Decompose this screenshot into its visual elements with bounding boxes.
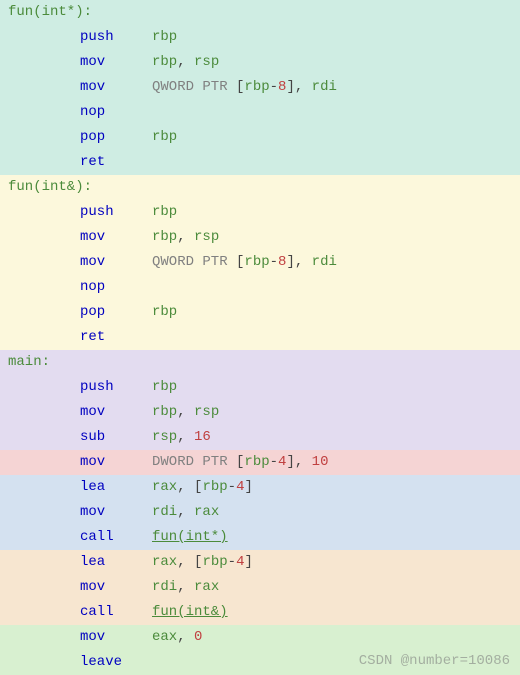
operands: QWORD PTR [rbp-8], rdi bbox=[152, 252, 337, 273]
function-label: main: bbox=[0, 350, 520, 375]
mnemonic: push bbox=[8, 377, 152, 398]
asm-row: pushrbp bbox=[0, 375, 520, 400]
operands: rbp bbox=[152, 302, 177, 323]
asm-row: movrbp, rsp bbox=[0, 400, 520, 425]
asm-row: learax, [rbp-4] bbox=[0, 550, 520, 575]
operands: rsp, 16 bbox=[152, 427, 211, 448]
operands: rbp, rsp bbox=[152, 227, 219, 248]
mnemonic: call bbox=[8, 602, 152, 623]
asm-row: movQWORD PTR [rbp-8], rdi bbox=[0, 75, 520, 100]
mnemonic: mov bbox=[8, 77, 152, 98]
mnemonic: mov bbox=[8, 252, 152, 273]
mnemonic: lea bbox=[8, 477, 152, 498]
mnemonic: nop bbox=[8, 277, 152, 298]
asm-row: ret bbox=[0, 325, 520, 350]
mnemonic: mov bbox=[8, 627, 152, 648]
asm-row: ret bbox=[0, 150, 520, 175]
operands: DWORD PTR [rbp-4], 10 bbox=[152, 452, 328, 473]
mnemonic: mov bbox=[8, 502, 152, 523]
asm-row: movrdi, rax bbox=[0, 500, 520, 525]
operands: rbp, rsp bbox=[152, 402, 219, 423]
asm-row: learax, [rbp-4] bbox=[0, 475, 520, 500]
mnemonic: mov bbox=[8, 452, 152, 473]
operands: rax, [rbp-4] bbox=[152, 477, 253, 498]
mnemonic: leave bbox=[8, 652, 152, 673]
asm-row: movrbp, rsp bbox=[0, 225, 520, 250]
mnemonic: mov bbox=[8, 402, 152, 423]
mnemonic: ret bbox=[8, 327, 152, 348]
mnemonic: mov bbox=[8, 227, 152, 248]
operands: rbp bbox=[152, 202, 177, 223]
asm-row: nop bbox=[0, 275, 520, 300]
asm-row: subrsp, 16 bbox=[0, 425, 520, 450]
operands: fun(int*) bbox=[152, 527, 228, 548]
mnemonic: sub bbox=[8, 427, 152, 448]
asm-row: poprbp bbox=[0, 125, 520, 150]
mnemonic: pop bbox=[8, 302, 152, 323]
assembly-listing: fun(int*):pushrbpmovrbp, rspmovQWORD PTR… bbox=[0, 0, 520, 675]
operands: eax, 0 bbox=[152, 627, 202, 648]
operands: rdi, rax bbox=[152, 577, 219, 598]
mnemonic: mov bbox=[8, 577, 152, 598]
mnemonic: mov bbox=[8, 52, 152, 73]
mnemonic: push bbox=[8, 202, 152, 223]
asm-row: pushrbp bbox=[0, 200, 520, 225]
mnemonic: push bbox=[8, 27, 152, 48]
operands: fun(int&) bbox=[152, 602, 228, 623]
asm-row: movrbp, rsp bbox=[0, 50, 520, 75]
mnemonic: nop bbox=[8, 102, 152, 123]
asm-row: movrdi, rax bbox=[0, 575, 520, 600]
asm-row: callfun(int*) bbox=[0, 525, 520, 550]
asm-row: pushrbp bbox=[0, 25, 520, 50]
asm-row: nop bbox=[0, 100, 520, 125]
operands: rbp bbox=[152, 377, 177, 398]
operands: rbp, rsp bbox=[152, 52, 219, 73]
operands: QWORD PTR [rbp-8], rdi bbox=[152, 77, 337, 98]
function-label: fun(int*): bbox=[0, 0, 520, 25]
asm-row: poprbp bbox=[0, 300, 520, 325]
mnemonic: lea bbox=[8, 552, 152, 573]
mnemonic: pop bbox=[8, 127, 152, 148]
operands: rdi, rax bbox=[152, 502, 219, 523]
mnemonic: ret bbox=[8, 152, 152, 173]
asm-row: moveax, 0 bbox=[0, 625, 520, 650]
operands: rbp bbox=[152, 27, 177, 48]
asm-row: movQWORD PTR [rbp-8], rdi bbox=[0, 250, 520, 275]
function-label: fun(int&): bbox=[0, 175, 520, 200]
operands: rax, [rbp-4] bbox=[152, 552, 253, 573]
mnemonic: call bbox=[8, 527, 152, 548]
asm-row: leave bbox=[0, 650, 520, 675]
asm-row: callfun(int&) bbox=[0, 600, 520, 625]
operands: rbp bbox=[152, 127, 177, 148]
asm-row: movDWORD PTR [rbp-4], 10 bbox=[0, 450, 520, 475]
